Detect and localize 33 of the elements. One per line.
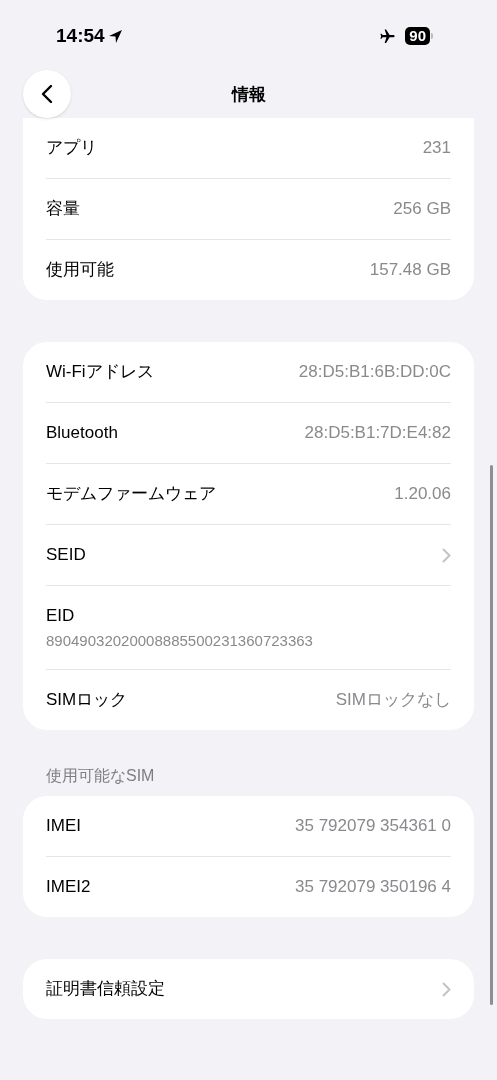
row-value: 1.20.06 [394, 483, 451, 506]
list-row[interactable]: 証明書信頼設定 [46, 959, 451, 1019]
row-label: アプリ [46, 137, 97, 160]
back-button[interactable] [23, 70, 71, 118]
location-arrow-icon [107, 28, 123, 44]
chevron-right-icon [442, 981, 451, 997]
row-label: SIMロック [46, 689, 128, 712]
row-label: Wi-Fiアドレス [46, 361, 154, 384]
row-value: 28:D5:B1:6B:DD:0C [298, 361, 451, 384]
row-label: IMEI2 [46, 876, 91, 899]
row-label: IMEI [46, 815, 81, 838]
row-label: Bluetooth [46, 422, 118, 445]
chevron-right-icon [442, 547, 451, 563]
row-value: 35 792079 354361 0 [295, 815, 451, 838]
row-value: 35 792079 350196 4 [295, 876, 451, 899]
row-label: 証明書信頼設定 [46, 978, 165, 1001]
row-label: EID [46, 604, 76, 627]
page-title: 情報 [231, 84, 266, 107]
chevron-left-icon [41, 84, 53, 104]
row-label: 容量 [46, 198, 80, 221]
status-time: 14:54 [56, 23, 105, 48]
row-value: 157.48 GB [369, 259, 451, 282]
row-value: SIMロックなし [335, 689, 451, 712]
row-value: 231 [422, 137, 451, 160]
row-label: モデムファームウェア [46, 483, 216, 506]
section-header: 使用可能なSIM [46, 767, 155, 784]
battery-level: 90 [405, 27, 430, 45]
row-value: 256 GB [393, 198, 451, 221]
row-value: 28:D5:B1:7D:E4:82 [304, 422, 451, 445]
row-label: SEID [46, 544, 86, 567]
row-value: 89049032020008885500231360723363 [46, 631, 314, 651]
list-row[interactable]: SEID [46, 525, 451, 585]
row-label: 使用可能 [46, 259, 114, 282]
